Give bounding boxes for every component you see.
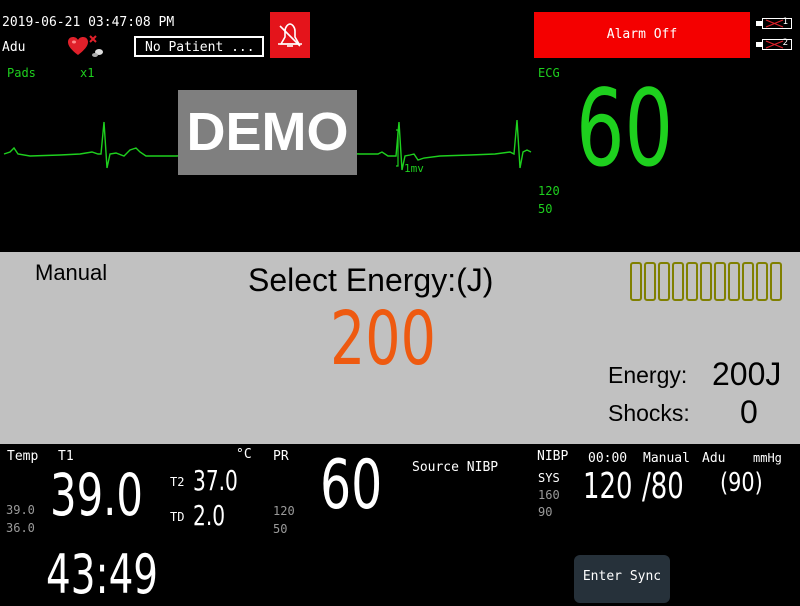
datetime: 2019-06-21 03:47:08 PM [2, 15, 175, 30]
heart-rate-value[interactable]: 60 [576, 76, 673, 182]
temp-alarm-low: 36.0 [6, 521, 35, 535]
elapsed-timer: 43:49 [46, 543, 159, 606]
t2-value: 37.0 [193, 464, 238, 497]
pr-parameter-label[interactable]: PR [273, 449, 289, 464]
ecg-gain-label[interactable]: x1 [80, 66, 94, 80]
heart-alarm-icon [66, 34, 106, 58]
nibp-time: 00:00 [588, 451, 628, 466]
patient-type: Adu [2, 40, 26, 55]
nibp-unit: mmHg [753, 451, 782, 465]
pr-alarm-high: 120 [273, 504, 295, 518]
pulse-rate-value[interactable]: 60 [320, 452, 382, 520]
energy-label: Energy: [608, 362, 688, 388]
temp-alarm-high: 39.0 [6, 503, 35, 517]
charge-segment [686, 262, 698, 301]
charge-segment [756, 262, 768, 301]
charge-segment [630, 262, 642, 301]
demo-watermark: DEMO [178, 90, 357, 175]
hr-alarm-high: 120 [538, 184, 560, 198]
selected-energy-value[interactable]: 200 [330, 302, 436, 376]
pr-alarm-low: 50 [273, 522, 288, 536]
ecg-lead-label[interactable]: Pads [7, 66, 36, 80]
nibp-patient-type: Adu [702, 451, 726, 466]
systolic-value[interactable]: 120 [583, 466, 632, 507]
mean-pressure-value: (90) [720, 468, 763, 498]
charge-segment [700, 262, 712, 301]
nibp-mode: Manual [643, 451, 690, 466]
hr-parameter-label[interactable]: ECG [538, 66, 560, 80]
td-value: 2.0 [193, 499, 226, 532]
charge-segment [714, 262, 726, 301]
battery-1-icon: 1 [762, 17, 792, 29]
charge-segment [672, 262, 684, 301]
charge-segment [658, 262, 670, 301]
alarm-status-banner[interactable]: Alarm Off [534, 12, 750, 58]
charge-segment [728, 262, 740, 301]
pr-source: Source NIBP [412, 460, 499, 475]
shocks-value: 0 [740, 394, 758, 430]
temp-unit: °C [236, 447, 252, 462]
battery-1-label: 1 [782, 17, 788, 27]
temp-parameter-label[interactable]: Temp [7, 449, 38, 464]
bell-off-icon [278, 23, 302, 47]
charge-segment [742, 262, 754, 301]
patient-info-field[interactable]: No Patient ... [134, 36, 264, 57]
battery-2-icon: 2 [762, 38, 792, 50]
t1-value[interactable]: 39.0 [50, 466, 143, 524]
sys-label: SYS [538, 471, 560, 485]
alarm-silence-button[interactable] [270, 12, 310, 58]
defib-mode: Manual [35, 260, 108, 285]
battery-2-label: 2 [782, 38, 788, 48]
sys-alarm-low: 90 [538, 505, 553, 519]
energy-value: 200J [712, 356, 782, 392]
td-label: TD [170, 510, 185, 524]
charge-indicator [630, 262, 784, 305]
charge-segment [770, 262, 782, 301]
nibp-parameter-label[interactable]: NIBP [537, 449, 568, 464]
sys-alarm-high: 160 [538, 488, 560, 502]
diastolic-value: /80 [642, 466, 684, 507]
t2-label: T2 [170, 475, 185, 489]
energy-prompt: Select Energy:(J) [248, 262, 494, 298]
charge-segment [644, 262, 656, 301]
shocks-label: Shocks: [608, 400, 690, 426]
enter-sync-button[interactable]: Enter Sync [574, 555, 670, 603]
ecg-scale-label: 1mv [404, 162, 424, 175]
hr-alarm-low: 50 [538, 202, 553, 216]
